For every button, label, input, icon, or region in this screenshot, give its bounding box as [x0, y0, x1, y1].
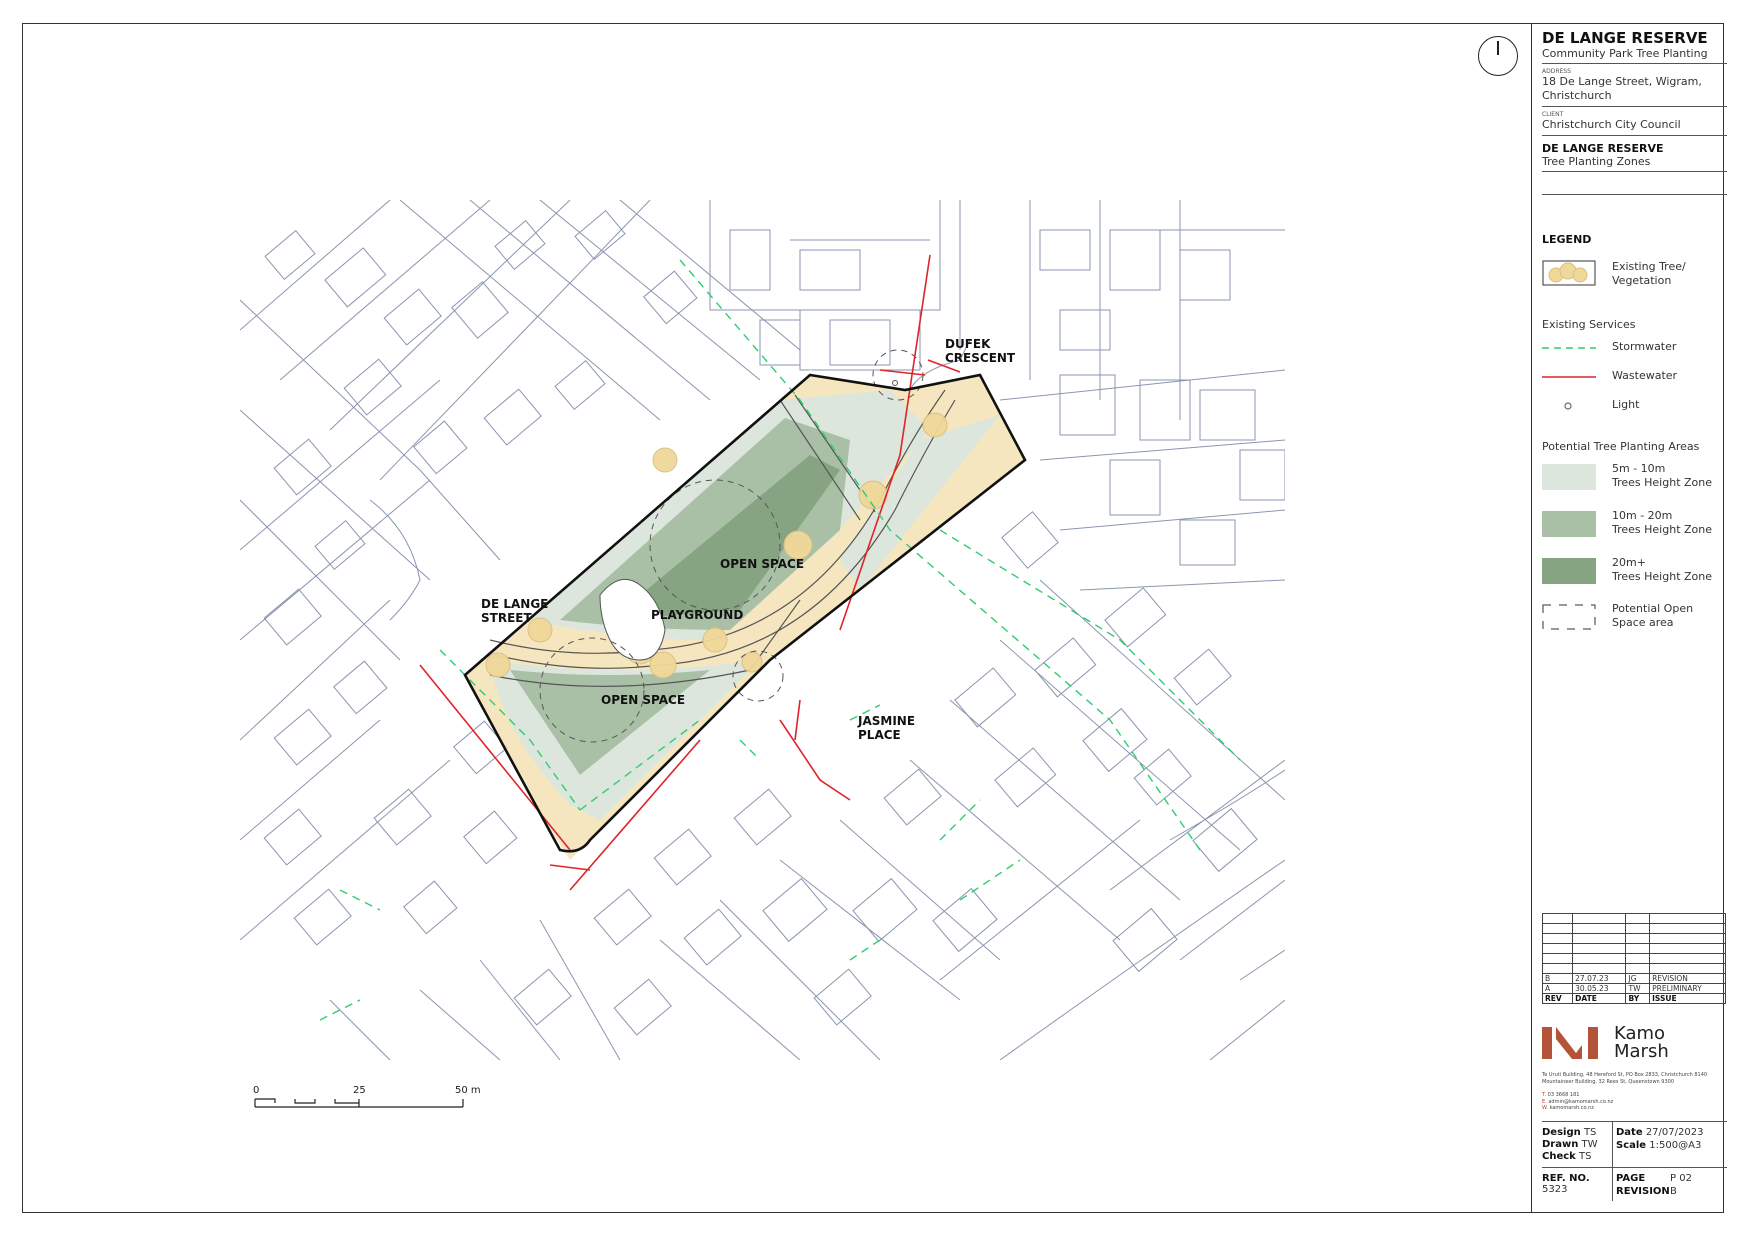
- rev-by: TW: [1625, 983, 1651, 994]
- web-key: W.: [1542, 1105, 1548, 1111]
- meta-date: Date 27/07/2023: [1616, 1127, 1726, 1138]
- title-block-rule: [1542, 172, 1727, 195]
- revision-table: B 27.07.23 JG REVISION A 30.05.23 TW PRE…: [1541, 913, 1726, 1004]
- revision-row: B 27.07.23 JG REVISION: [1541, 973, 1726, 984]
- zone-medium-swatch: [1542, 511, 1596, 537]
- sheet-subtitle: Tree Planting Zones: [1542, 155, 1727, 172]
- legend-zone-small-label: 5m - 10m Trees Height Zone: [1612, 462, 1713, 489]
- company-email[interactable]: admin@kamomarsh.co.nz: [1548, 1099, 1613, 1105]
- site-plan-map[interactable]: [240, 200, 1285, 1060]
- legend-open-space-label: Potential Open Space area: [1612, 602, 1694, 629]
- light-point: [892, 380, 898, 386]
- legend-vegetation-label: Existing Tree/ Vegetation: [1612, 260, 1686, 287]
- rev-date: 30.05.23: [1572, 983, 1627, 994]
- address-caption: ADDRESS: [1542, 68, 1571, 75]
- rev-header-rev: REV: [1541, 993, 1574, 1004]
- company-name: Kamo Marsh: [1614, 1023, 1669, 1062]
- check-label: Check: [1542, 1151, 1576, 1162]
- rev-issue: REVISION: [1649, 973, 1726, 984]
- label-dufek-crescent: DUFEK CRESCENT: [945, 337, 1016, 365]
- vegetation-swatch-icon: [1542, 260, 1596, 286]
- rev-issue: PRELIMINARY: [1649, 983, 1726, 994]
- scale-tick-50: 50 m: [455, 1085, 481, 1096]
- scale-bar: 0 25 50 m: [253, 1085, 483, 1125]
- rev-date: 27.07.23: [1572, 973, 1627, 984]
- rev-header-by: BY: [1625, 993, 1651, 1004]
- site-plan-drawing: [240, 200, 1285, 1060]
- label-open-space-north: OPEN SPACE: [720, 557, 805, 571]
- scale-tick-0: 0: [253, 1085, 260, 1096]
- project-subtitle: Community Park Tree Planting: [1542, 47, 1727, 64]
- company-contact: T. 03 3668 181 E. admin@kamomarsh.co.nz …: [1542, 1092, 1732, 1112]
- kamo-marsh-logo-icon: [1542, 1027, 1598, 1059]
- legend-stormwater-label: Stormwater: [1612, 340, 1677, 353]
- drawn-label: Drawn: [1542, 1139, 1579, 1150]
- revision-header-row: REV DATE BY ISSUE: [1541, 993, 1726, 1004]
- date-value: 27/07/2023: [1645, 1127, 1704, 1138]
- label-jasmine-place: JASMINE PLACE: [858, 714, 916, 742]
- legend-planting-heading: Potential Tree Planting Areas: [1542, 440, 1700, 453]
- rev-id: A: [1541, 983, 1574, 994]
- label-playground: PLAYGROUND: [651, 608, 744, 622]
- north-arrow-icon: [1478, 36, 1518, 76]
- meta-mid-rule: [1542, 1167, 1727, 1168]
- label-open-space-south: OPEN SPACE: [601, 693, 686, 707]
- project-client: Christchurch City Council: [1542, 118, 1727, 136]
- page-label: PAGE: [1616, 1173, 1646, 1184]
- design-value: TS: [1583, 1127, 1597, 1138]
- rev-id: B: [1541, 973, 1574, 984]
- company-website[interactable]: kamomarsh.co.nz: [1550, 1105, 1594, 1111]
- company-logo: Kamo Marsh: [1542, 1025, 1726, 1065]
- drawn-value: TW: [1581, 1139, 1598, 1150]
- scale-value: 1:500@A3: [1649, 1140, 1702, 1151]
- project-title: DE LANGE RESERVE: [1542, 29, 1708, 47]
- page-value: P 02: [1670, 1173, 1692, 1184]
- legend-zone-large-label: 20m+ Trees Height Zone: [1612, 556, 1713, 583]
- check-value: TS: [1579, 1151, 1592, 1162]
- revision-value: B: [1670, 1186, 1677, 1197]
- revision-row: A 30.05.23 TW PRELIMINARY: [1541, 983, 1726, 994]
- revision-label: REVISION: [1616, 1186, 1670, 1197]
- scale-label: Scale: [1616, 1140, 1647, 1151]
- rev-by: JG: [1625, 973, 1651, 984]
- wastewater-line-icon: [1542, 376, 1596, 378]
- zone-large-swatch: [1542, 558, 1596, 584]
- meta-revision: REVISION B: [1616, 1186, 1726, 1197]
- legend-services-heading: Existing Services: [1542, 318, 1636, 331]
- meta-top-rule: [1542, 1121, 1727, 1122]
- scale-bar-graphic: [254, 1098, 464, 1108]
- legend-wastewater-label: Wastewater: [1612, 369, 1678, 382]
- sheet-title: DE LANGE RESERVE: [1542, 142, 1664, 155]
- meta-page: PAGE P 02: [1616, 1173, 1726, 1184]
- stormwater-line-icon: [1542, 347, 1596, 349]
- legend-heading: LEGEND: [1542, 233, 1592, 246]
- company-phone: 03 3668 181: [1547, 1092, 1580, 1098]
- phone-key: T.: [1542, 1092, 1547, 1098]
- meta-check: Check TS: [1542, 1151, 1727, 1162]
- rev-header-issue: ISSUE: [1649, 993, 1726, 1004]
- email-key: E.: [1542, 1098, 1547, 1105]
- meta-scale: Scale 1:500@A3: [1616, 1140, 1726, 1151]
- company-address: Te Uruti Building, 48 Hereford St, PO Bo…: [1542, 1072, 1708, 1085]
- zone-small-swatch: [1542, 464, 1596, 490]
- title-block-divider: [1531, 23, 1532, 1213]
- rev-header-date: DATE: [1572, 993, 1627, 1004]
- date-label: Date: [1616, 1127, 1643, 1138]
- open-space-swatch: [1542, 604, 1596, 630]
- project-address: 18 De Lange Street, Wigram, Christchurch: [1542, 75, 1727, 107]
- title-block: DE LANGE RESERVE Community Park Tree Pla…: [1542, 23, 1727, 195]
- scale-tick-25: 25: [353, 1085, 366, 1096]
- light-point-icon: [1564, 402, 1572, 410]
- client-caption: CLIENT: [1542, 111, 1564, 118]
- legend-zone-medium-label: 10m - 20m Trees Height Zone: [1612, 509, 1713, 536]
- legend-light-label: Light: [1612, 398, 1640, 411]
- label-de-lange-street: DE LANGE STREET: [481, 597, 549, 625]
- design-label: Design: [1542, 1127, 1581, 1138]
